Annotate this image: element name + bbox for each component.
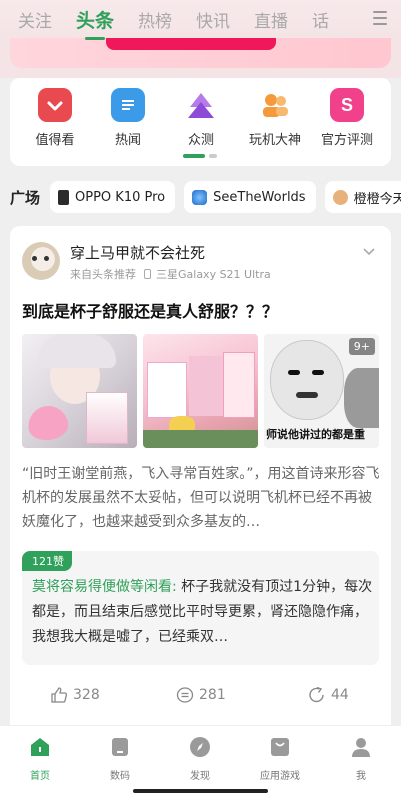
- comment-icon: [176, 687, 194, 703]
- shortcut-label: 官方评测: [320, 133, 373, 148]
- chip-label: 橙橙今天: [353, 191, 401, 207]
- compass-icon: [190, 737, 210, 757]
- post-image[interactable]: [143, 334, 258, 448]
- chip-label: SeeTheWorlds: [213, 189, 306, 205]
- phone-icon: [58, 189, 70, 205]
- tab-headlines[interactable]: 头条: [76, 6, 114, 40]
- more-images-badge: 9+: [348, 338, 375, 355]
- banner-area: [0, 32, 401, 78]
- phone-icon: [143, 269, 151, 279]
- chip-see-the-worlds[interactable]: SeeTheWorlds: [184, 181, 316, 213]
- share-icon: [309, 686, 324, 703]
- nav-label: 首页: [30, 771, 50, 782]
- post-source: 来自头条推荐: [70, 268, 136, 281]
- check-shield-icon: [38, 88, 72, 122]
- chip-orange-today[interactable]: 橙橙今天: [324, 181, 401, 213]
- profile-icon: [352, 738, 370, 757]
- page-indicator: [183, 154, 217, 158]
- post-title[interactable]: 到底是杯子舒服还是真人舒服？？？: [22, 298, 278, 322]
- shortcut-worth-seeing[interactable]: 值得看: [18, 88, 92, 148]
- nav-label: 我: [356, 771, 366, 782]
- nav-me[interactable]: 我: [331, 736, 391, 782]
- comment-likes-tag: 121赞: [22, 551, 72, 571]
- like-button[interactable]: 328: [50, 686, 100, 704]
- shortcut-label: 值得看: [35, 133, 75, 148]
- s-badge-icon: S: [330, 88, 364, 122]
- share-count: 44: [331, 687, 349, 703]
- tab-live[interactable]: 直播: [254, 7, 288, 32]
- shortcut-label: 玩机大神: [248, 133, 301, 148]
- nav-home[interactable]: 首页: [10, 736, 70, 782]
- shortcut-label: 热闻: [114, 133, 141, 148]
- tab-follow[interactable]: 关注: [18, 7, 52, 32]
- shortcut-official-review[interactable]: S 官方评测: [310, 88, 384, 148]
- author-name[interactable]: 穿上马甲就不会社死: [70, 242, 205, 263]
- nav-apps-games[interactable]: 应用游戏: [250, 736, 310, 782]
- tab-news-flash[interactable]: 快讯: [196, 7, 230, 32]
- square-title: 广场: [10, 188, 41, 207]
- post-device: 三星Galaxy S21 Ultra: [156, 268, 271, 281]
- square-row: 广场 OPPO K10 Pro SeeTheWorlds 橙橙今天: [0, 180, 401, 214]
- nav-label: 数码: [110, 771, 130, 782]
- nav-digital[interactable]: 数码: [90, 736, 150, 782]
- post-actions: 328 281 44: [10, 686, 391, 710]
- post-image[interactable]: 9+ 师说他讲过的都是重: [264, 334, 379, 448]
- menu-icon[interactable]: [373, 11, 387, 25]
- nav-discover[interactable]: 发现: [170, 736, 230, 782]
- hot-comment[interactable]: 121赞 莫将容易得便做等闲看: 杯子我就没有顶过1分钟，每次都是，而且结束后感…: [22, 551, 379, 665]
- like-count: 328: [73, 687, 100, 703]
- shortcut-label: 众测: [187, 133, 214, 148]
- comment-body: 莫将容易得便做等闲看: 杯子我就没有顶过1分钟，每次都是，而且结束后感觉比平时导…: [32, 575, 374, 650]
- top-tab-bar: 关注 头条 热榜 快讯 直播 话: [0, 0, 401, 40]
- avatar-icon: [332, 189, 348, 205]
- chip-label: OPPO K10 Pro: [75, 189, 166, 205]
- chip-oppo-k10-pro[interactable]: OPPO K10 Pro: [50, 181, 176, 213]
- tab-hot-list[interactable]: 热榜: [138, 7, 172, 32]
- chevron-down-icon[interactable]: [363, 246, 375, 258]
- tab-topics[interactable]: 话: [312, 7, 330, 32]
- post-meta: 来自头条推荐 三星Galaxy S21 Ultra: [70, 266, 271, 282]
- thumbs-up-icon: [51, 687, 68, 703]
- image-grid: 9+ 师说他讲过的都是重: [22, 334, 379, 448]
- device-icon: [112, 738, 128, 756]
- post-image[interactable]: [22, 334, 137, 448]
- planet-icon: [192, 189, 208, 205]
- post-excerpt[interactable]: “旧时王谢堂前燕，飞入寻常百姓家。”，用这首诗来形容飞机杯的发展虽然不太妥帖，但…: [22, 462, 382, 534]
- shortcut-hot-news[interactable]: 热闻: [91, 88, 165, 148]
- share-button[interactable]: 44: [308, 686, 349, 704]
- home-indicator: [133, 789, 268, 793]
- post-card[interactable]: 穿上马甲就不会社死 来自头条推荐 三星Galaxy S21 Ultra 到底是杯…: [10, 226, 391, 726]
- author-avatar[interactable]: [22, 242, 60, 280]
- triangle-stack-icon: [184, 88, 218, 122]
- shortcut-power-users[interactable]: 玩机大神: [238, 88, 312, 148]
- nav-label: 发现: [190, 771, 210, 782]
- comment-count: 281: [199, 687, 226, 703]
- people-icon: [258, 88, 292, 122]
- commenter-name[interactable]: 莫将容易得便做等闲看:: [32, 579, 177, 595]
- nav-label: 应用游戏: [260, 771, 300, 782]
- home-icon: [31, 738, 49, 756]
- comment-button[interactable]: 281: [176, 686, 226, 704]
- meme-caption: 师说他讲过的都是重: [266, 428, 365, 441]
- document-icon: [111, 88, 145, 122]
- app-store-icon: [271, 738, 289, 756]
- shortcut-group-test[interactable]: 众测: [164, 88, 238, 148]
- shortcut-card: 值得看 热闻 众测 玩机大神 S 官方评测: [10, 78, 391, 166]
